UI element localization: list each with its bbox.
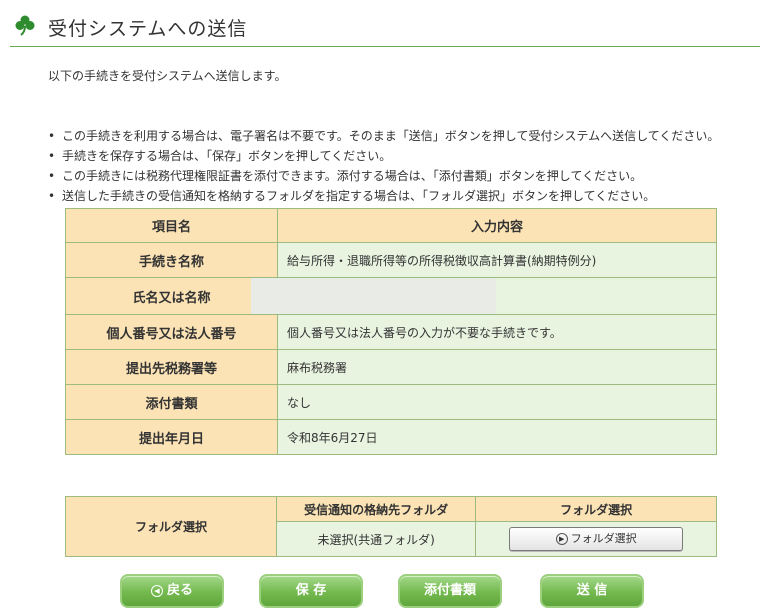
folder-column-header: 受信通知の格納先フォルダ (275, 496, 477, 522)
attach-documents-button[interactable]: 添付書類 (398, 574, 502, 608)
row-label: 手続き名称 (65, 242, 278, 278)
row-label: 提出先税務署等 (65, 349, 278, 385)
table-row: 添付書類 なし (65, 384, 717, 420)
info-table-header-row: 項目名 入力内容 (65, 208, 717, 243)
folder-select-button-label: フォルダ選択 (570, 532, 637, 545)
note-item: この手続きには税務代理権限証書を添付できます。添付する場合は、「添付書類」ボタン… (48, 166, 719, 186)
notes-list: この手続きを利用する場合は、電子署名は不要です。そのまま「送信」ボタンを押して受… (48, 126, 719, 206)
back-arrow-icon: ◀ (150, 584, 163, 597)
folder-table: フォルダ選択 受信通知の格納先フォルダ フォルダ選択 未選択(共通フォルダ) ▶… (65, 496, 717, 557)
row-value: 麻布税務署 (277, 349, 717, 385)
note-item: この手続きを利用する場合は、電子署名は不要です。そのまま「送信」ボタンを押して受… (48, 126, 719, 146)
play-circle-icon: ▶ (555, 533, 568, 545)
folder-row-label: フォルダ選択 (65, 496, 277, 557)
row-value: 個人番号又は法人番号の入力が不要な手続きです。 (277, 314, 717, 350)
send-button[interactable]: 送 信 (540, 574, 644, 608)
back-button[interactable]: ◀ 戻る (120, 574, 224, 608)
note-item: 送信した手続きの受信通知を格納するフォルダを指定する場合は、「フォルダ選択」ボタ… (48, 186, 719, 206)
column-header-item: 項目名 (65, 208, 278, 243)
row-label: 添付書類 (65, 384, 278, 420)
send-button-label: 送 信 (576, 583, 608, 598)
table-row: 氏名又は名称 (65, 277, 717, 315)
table-row: 個人番号又は法人番号 個人番号又は法人番号の入力が不要な手続きです。 (65, 314, 717, 350)
clover-icon (15, 15, 35, 36)
table-row: 提出先税務署等 麻布税務署 (65, 349, 717, 385)
folder-select-column-header: フォルダ選択 (475, 496, 717, 522)
redacted-name-value (251, 278, 496, 314)
row-value (251, 277, 717, 315)
row-label: 個人番号又は法人番号 (65, 314, 278, 350)
note-item: 手続きを保存する場合は、「保存」ボタンを押してください。 (48, 146, 719, 166)
page-header: 受付システムへの送信 (10, 10, 760, 47)
row-value: 給与所得・退職所得等の所得税徴収高計算書(納期特例分) (277, 242, 717, 278)
save-button[interactable]: 保 存 (259, 574, 363, 608)
save-button-label: 保 存 (295, 583, 327, 598)
folder-button-cell: ▶ フォルダ選択 (475, 521, 717, 557)
row-value: なし (277, 384, 717, 420)
table-row: 提出年月日 令和8年6月27日 (65, 419, 717, 455)
folder-value: 未選択(共通フォルダ) (275, 521, 477, 557)
row-label: 提出年月日 (65, 419, 278, 455)
column-header-content: 入力内容 (277, 208, 717, 243)
folder-select-button[interactable]: ▶ フォルダ選択 (509, 527, 684, 551)
page-title: 受付システムへの送信 (48, 18, 248, 40)
attach-button-label: 添付書類 (423, 583, 476, 598)
back-button-label: 戻る (166, 583, 193, 598)
table-row: 手続き名称 給与所得・退職所得等の所得税徴収高計算書(納期特例分) (65, 242, 717, 278)
row-value: 令和8年6月27日 (277, 419, 717, 455)
intro-text: 以下の手続きを受付システムへ送信します。 (48, 69, 287, 83)
row-label: 氏名又は名称 (65, 277, 278, 315)
info-table: 項目名 入力内容 手続き名称 給与所得・退職所得等の所得税徴収高計算書(納期特例… (65, 208, 717, 455)
